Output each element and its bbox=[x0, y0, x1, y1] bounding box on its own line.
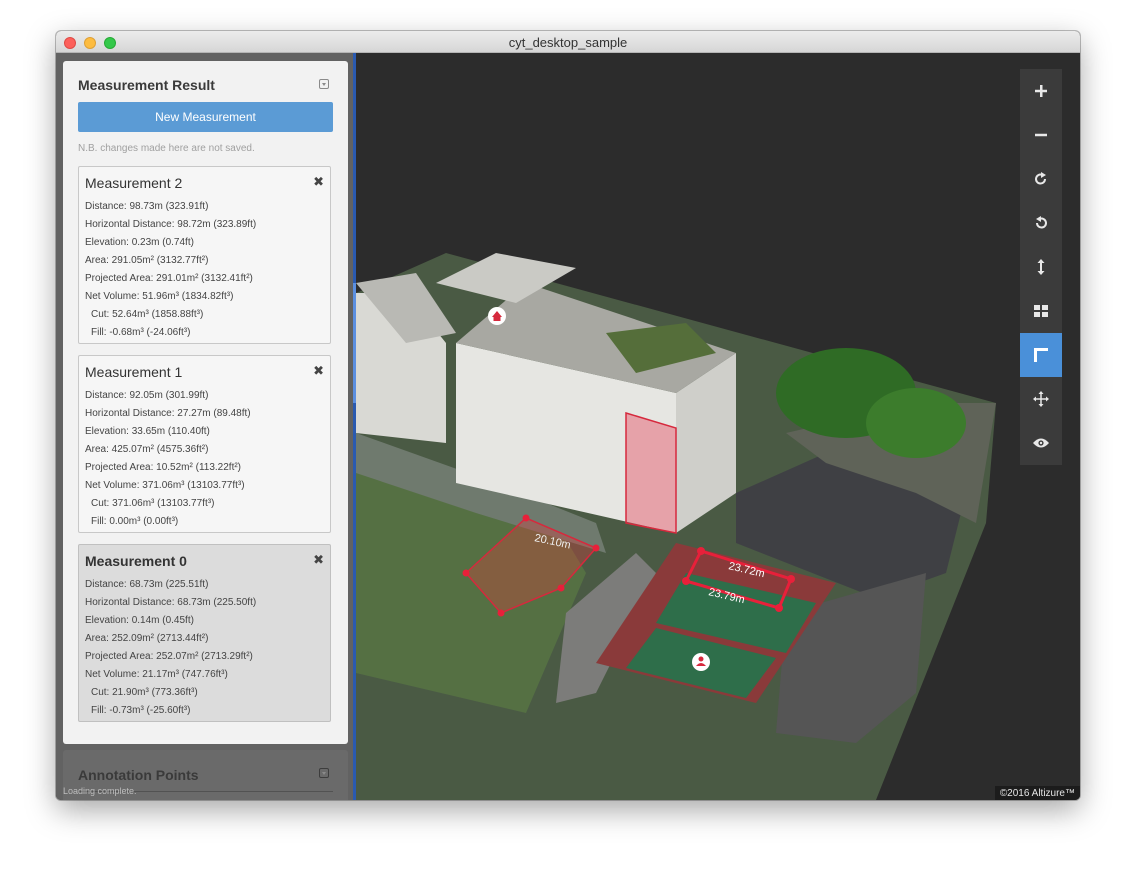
app-content: Measurement Result New Measurement N.B. … bbox=[56, 53, 1080, 800]
rotate-clockwise-button[interactable] bbox=[1020, 157, 1062, 201]
cut-value: Cut: 21.90m³ (773.36ft³) bbox=[91, 687, 198, 698]
person-marker-icon[interactable] bbox=[692, 653, 710, 671]
area-value: Area: 425.07m² (4575.36ft²) bbox=[85, 444, 209, 455]
grid-view-button[interactable] bbox=[1020, 289, 1062, 333]
aerial-3d-model[interactable]: 20.10m 23.72m 23.79m bbox=[356, 53, 1080, 800]
sidebar: Measurement Result New Measurement N.B. … bbox=[56, 53, 356, 800]
close-icon[interactable]: ✖ bbox=[313, 363, 324, 379]
net-volume-value: Net Volume: 371.06m³ (13103.77ft³) bbox=[85, 480, 245, 491]
measurement-title: Measurement 1 bbox=[85, 364, 183, 380]
net-volume-value: Net Volume: 51.96m³ (1834.82ft³) bbox=[85, 291, 234, 302]
horizontal-distance-value: Horizontal Distance: 98.72m (323.89ft) bbox=[85, 219, 257, 230]
projected-area-value: Projected Area: 10.52m² (113.22ft²) bbox=[85, 462, 242, 473]
rotate-cw-icon bbox=[1035, 172, 1047, 185]
unsaved-note: N.B. changes made here are not saved. bbox=[78, 143, 255, 154]
grid-icon bbox=[1034, 305, 1048, 317]
vertical-measure-button[interactable] bbox=[1020, 245, 1062, 289]
measurement-title: Measurement 2 bbox=[85, 175, 183, 191]
view-toolbar bbox=[1020, 69, 1062, 465]
distance-value: Distance: 92.05m (301.99ft) bbox=[85, 390, 209, 401]
new-measurement-button[interactable]: New Measurement bbox=[78, 102, 333, 132]
panel-title: Measurement Result bbox=[78, 77, 215, 93]
measurement-title: Measurement 0 bbox=[85, 553, 187, 569]
cut-value: Cut: 52.64m³ (1858.88ft³) bbox=[91, 309, 204, 320]
measurement-card[interactable]: Measurement 2 ✖ Distance: 98.73m (323.91… bbox=[78, 166, 331, 344]
rotate-counterclockwise-button[interactable] bbox=[1020, 201, 1062, 245]
elevation-value: Elevation: 0.23m (0.74ft) bbox=[85, 237, 194, 248]
elevation-value: Elevation: 0.14m (0.45ft) bbox=[85, 615, 194, 626]
close-icon[interactable]: ✖ bbox=[313, 174, 324, 190]
distance-value: Distance: 68.73m (225.51ft) bbox=[85, 579, 209, 590]
elevation-value: Elevation: 33.65m (110.40ft) bbox=[85, 426, 210, 437]
home-marker-icon[interactable] bbox=[488, 307, 506, 325]
zoom-in-button[interactable] bbox=[1020, 69, 1062, 113]
collapse-icon[interactable] bbox=[319, 768, 329, 778]
close-icon[interactable]: ✖ bbox=[313, 552, 324, 568]
cut-value: Cut: 371.06m³ (13103.77ft³) bbox=[91, 498, 215, 509]
area-value: Area: 252.09m² (2713.44ft²) bbox=[85, 633, 209, 644]
title-bar: cyt_desktop_sample bbox=[56, 31, 1080, 53]
plus-icon bbox=[1035, 85, 1047, 97]
copyright-label: ©2016 Altizure™ bbox=[994, 786, 1080, 800]
measurement-result-panel: Measurement Result New Measurement N.B. … bbox=[63, 61, 348, 744]
net-volume-value: Net Volume: 21.17m³ (747.76ft³) bbox=[85, 669, 228, 680]
distance-value: Distance: 98.73m (323.91ft) bbox=[85, 201, 209, 212]
move-arrows-icon bbox=[1033, 391, 1049, 407]
horizontal-distance-value: Horizontal Distance: 27.27m (89.48ft) bbox=[85, 408, 251, 419]
measure-ruler-button[interactable] bbox=[1020, 333, 1062, 377]
collapse-icon[interactable] bbox=[319, 79, 329, 89]
zoom-out-button[interactable] bbox=[1020, 113, 1062, 157]
tree-cluster bbox=[866, 388, 966, 458]
fill-value: Fill: 0.00m³ (0.00ft³) bbox=[91, 516, 179, 527]
horizontal-distance-value: Horizontal Distance: 68.73m (225.50ft) bbox=[85, 597, 257, 608]
measurement-card-selected[interactable]: Measurement 0 ✖ Distance: 68.73m (225.51… bbox=[78, 544, 331, 722]
area-value: Area: 291.05m² (3132.77ft²) bbox=[85, 255, 209, 266]
3d-viewport[interactable]: 20.10m 23.72m 23.79m ©2016 Altizure™ bbox=[356, 53, 1080, 800]
status-text: Loading complete. bbox=[63, 786, 137, 796]
visibility-button[interactable] bbox=[1020, 421, 1062, 465]
ruler-icon bbox=[1034, 348, 1048, 362]
minus-icon bbox=[1035, 133, 1047, 137]
panel-title: Annotation Points bbox=[78, 767, 199, 783]
window-title: cyt_desktop_sample bbox=[508, 35, 628, 50]
projected-area-value: Projected Area: 291.01m² (3132.41ft²) bbox=[85, 273, 253, 284]
eye-icon bbox=[1033, 438, 1049, 448]
projected-area-value: Projected Area: 252.07m² (2713.29ft²) bbox=[85, 651, 253, 662]
pan-move-button[interactable] bbox=[1020, 377, 1062, 421]
rotate-ccw-icon bbox=[1035, 216, 1047, 229]
app-window: cyt_desktop_sample Measurement Result Ne… bbox=[56, 31, 1080, 800]
fill-value: Fill: -0.68m³ (-24.06ft³) bbox=[91, 327, 191, 338]
measurement-card[interactable]: Measurement 1 ✖ Distance: 92.05m (301.99… bbox=[78, 355, 331, 533]
vertical-arrows-icon bbox=[1037, 259, 1045, 275]
measurement-1-highlight[interactable] bbox=[625, 411, 677, 534]
fill-value: Fill: -0.73m³ (-25.60ft³) bbox=[91, 705, 191, 716]
